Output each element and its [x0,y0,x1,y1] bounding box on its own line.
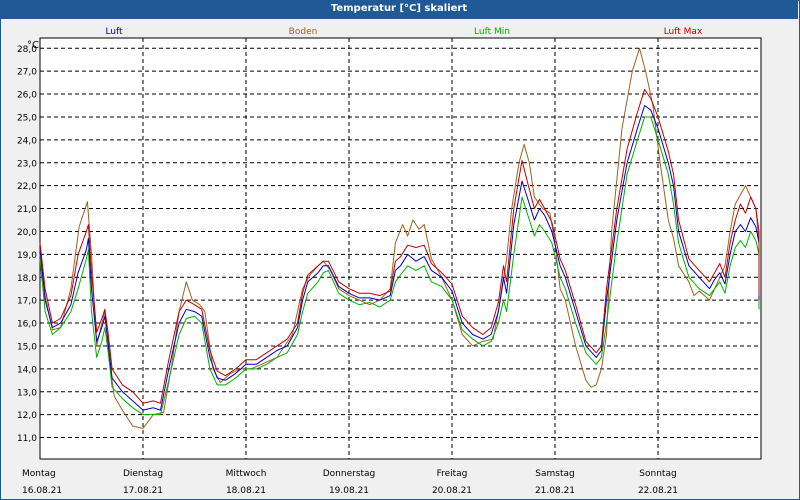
x-tick-date-label: 22.08.21 [638,486,678,496]
y-axis-labels: 11,0 12,0 13,0 14,0 15,0 16,0 17,0 18,0 19,0 20,0… [17,45,37,444]
y-tick-label: 19,0 [17,251,37,261]
y-tick-label: 26,0 [17,91,37,101]
x-tick-day-label: Freitag [437,469,468,479]
x-tick-day-label: Samstag [535,469,574,479]
y-tick-label: 14,0 [17,365,37,375]
y-tick-label: 20,0 [17,228,37,238]
x-tick-date-label: 20.08.21 [432,486,472,496]
y-tick-label: 24,0 [17,136,37,146]
legend: Luft Boden Luft Min Luft Max [105,27,703,37]
x-tick-date-label: 21.08.21 [535,486,575,496]
legend-entry: Boden [289,27,318,37]
y-tick-label: 27,0 [17,68,37,78]
x-tick-day-label: Dienstag [123,469,163,479]
y-tick-label: 15,0 [17,342,37,352]
x-axis-labels: Montag 16.08.21 Dienstag 17.08.21 Mittwoch 18… [22,469,678,496]
y-tick-label: 12,0 [17,411,37,421]
y-tick-label: 13,0 [17,388,37,398]
x-tick-day-label: Sonntag [639,469,676,479]
x-tick-date-label: 16.08.21 [22,486,62,496]
y-tick-label: 22,0 [17,182,37,192]
y-tick-label: 23,0 [17,159,37,169]
y-tick-label: 18,0 [17,274,37,284]
x-tick-date-label: 19.08.21 [329,486,369,496]
y-tick-label: 11,0 [17,434,37,444]
legend-entry: Luft [105,27,123,37]
legend-entry: Luft Min [474,27,510,37]
temperature-chart: 11,0 12,0 13,0 14,0 15,0 16,0 17,0 18,0 19,0 20,0… [17,27,762,496]
y-tick-label: 25,0 [17,113,37,123]
x-tick-day-label: Donnerstag [323,469,376,479]
y-tick-label: 17,0 [17,297,37,307]
y-axis-unit-label: °C [27,40,39,51]
y-tick-label: 21,0 [17,205,37,215]
x-tick-day-label: Mittwoch [226,469,267,479]
x-tick-day-label: Montag [22,469,56,479]
legend-entry: Luft Max [664,27,703,37]
plot-area [39,37,762,460]
x-tick-date-label: 18.08.21 [226,486,266,496]
x-tick-date-label: 17.08.21 [123,486,163,496]
y-tick-label: 16,0 [17,320,37,330]
